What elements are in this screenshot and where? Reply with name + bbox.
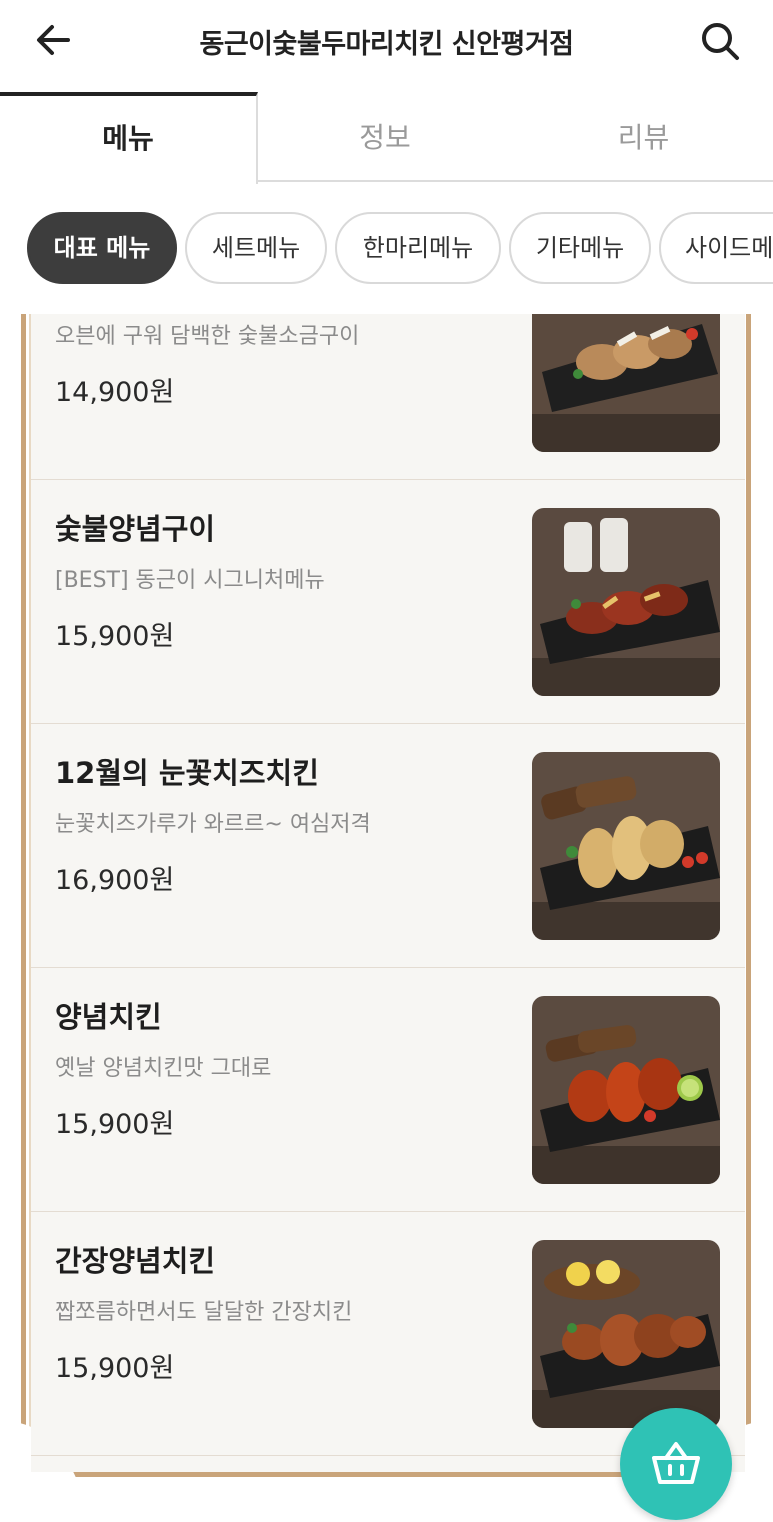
category-chip-bar[interactable]: 대표 메뉴 세트메뉴 한마리메뉴 기타메뉴 사이드메 [0, 184, 773, 314]
seasoned-grilled-chicken-photo [532, 508, 720, 696]
menu-board: 오븐에 구워 담백한 숯불소금구이 14,900원 숯불양념구이 [BEST] … [15, 314, 757, 1484]
page-title: 동근이숯불두마리치킨 신안평거점 [199, 29, 575, 60]
menu-item-description: 눈꽃치즈가루가 와르르~ 여심저격 [55, 812, 371, 837]
chip-single-menu[interactable]: 한마리메뉴 [335, 212, 501, 284]
menu-item[interactable]: 12월의 눈꽃치즈치킨 눈꽃치즈가루가 와르르~ 여심저격 16,900원 [31, 724, 745, 968]
tab-info[interactable]: 정보 [256, 92, 514, 182]
chip-side-menu[interactable]: 사이드메 [659, 212, 773, 284]
menu-item-description: 오븐에 구워 담백한 숯불소금구이 [55, 324, 360, 349]
shopping-basket-icon [652, 1442, 700, 1484]
seasoned-chicken-photo [532, 996, 720, 1184]
menu-item[interactable]: 양념치킨 옛날 양념치킨맛 그대로 15,900원 [31, 968, 745, 1212]
menu-item[interactable]: 간장양념치킨 짭쪼름하면서도 달달한 간장치킨 15,900원 [31, 1212, 745, 1456]
tab-divider [256, 180, 773, 182]
menu-item-photo [532, 508, 720, 696]
app-header: 동근이숯불두마리치킨 신안평거점 [0, 0, 773, 84]
cart-button[interactable] [620, 1408, 732, 1520]
cheese-chicken-photo [532, 752, 720, 940]
tab-bar: 메뉴 정보 리뷰 [0, 92, 773, 186]
menu-item-price: 16,900원 [55, 865, 175, 896]
menu-item-name: 간장양념치킨 [55, 1244, 216, 1278]
menu-item[interactable]: 숯불양념구이 [BEST] 동근이 시그니처메뉴 15,900원 [31, 480, 745, 724]
chip-set-menu[interactable]: 세트메뉴 [185, 212, 327, 284]
menu-list: 오븐에 구워 담백한 숯불소금구이 14,900원 숯불양념구이 [BEST] … [31, 314, 745, 1472]
menu-item-description: [BEST] 동근이 시그니처메뉴 [55, 568, 325, 593]
menu-item-price: 15,900원 [55, 1353, 175, 1384]
menu-item-photo [532, 752, 720, 940]
menu-item-name: 12월의 눈꽃치즈치킨 [55, 756, 319, 790]
menu-item-photo [532, 314, 720, 452]
chip-signature-menu[interactable]: 대표 메뉴 [27, 212, 177, 284]
menu-item-price: 15,900원 [55, 1109, 175, 1140]
grilled-chicken-photo [532, 314, 720, 452]
search-icon [702, 23, 739, 60]
tab-reviews[interactable]: 리뷰 [514, 92, 773, 182]
menu-item-name: 양념치킨 [55, 1000, 162, 1034]
menu-item[interactable]: 오븐에 구워 담백한 숯불소금구이 14,900원 [31, 314, 745, 480]
menu-item-price: 14,900원 [55, 377, 175, 408]
menu-item-description: 옛날 양념치킨맛 그대로 [55, 1056, 272, 1081]
search-button[interactable] [696, 18, 746, 66]
back-button[interactable] [28, 18, 78, 62]
arrow-left-icon [37, 25, 70, 55]
chip-other-menu[interactable]: 기타메뉴 [509, 212, 651, 284]
soy-garlic-chicken-photo [532, 1240, 720, 1428]
tab-menu[interactable]: 메뉴 [0, 92, 258, 186]
menu-item-description: 짭쪼름하면서도 달달한 간장치킨 [55, 1300, 353, 1325]
menu-item-price: 15,900원 [55, 621, 175, 652]
menu-item-name: 숯불양념구이 [55, 512, 216, 546]
menu-item-photo [532, 1240, 720, 1428]
menu-item-photo [532, 996, 720, 1184]
